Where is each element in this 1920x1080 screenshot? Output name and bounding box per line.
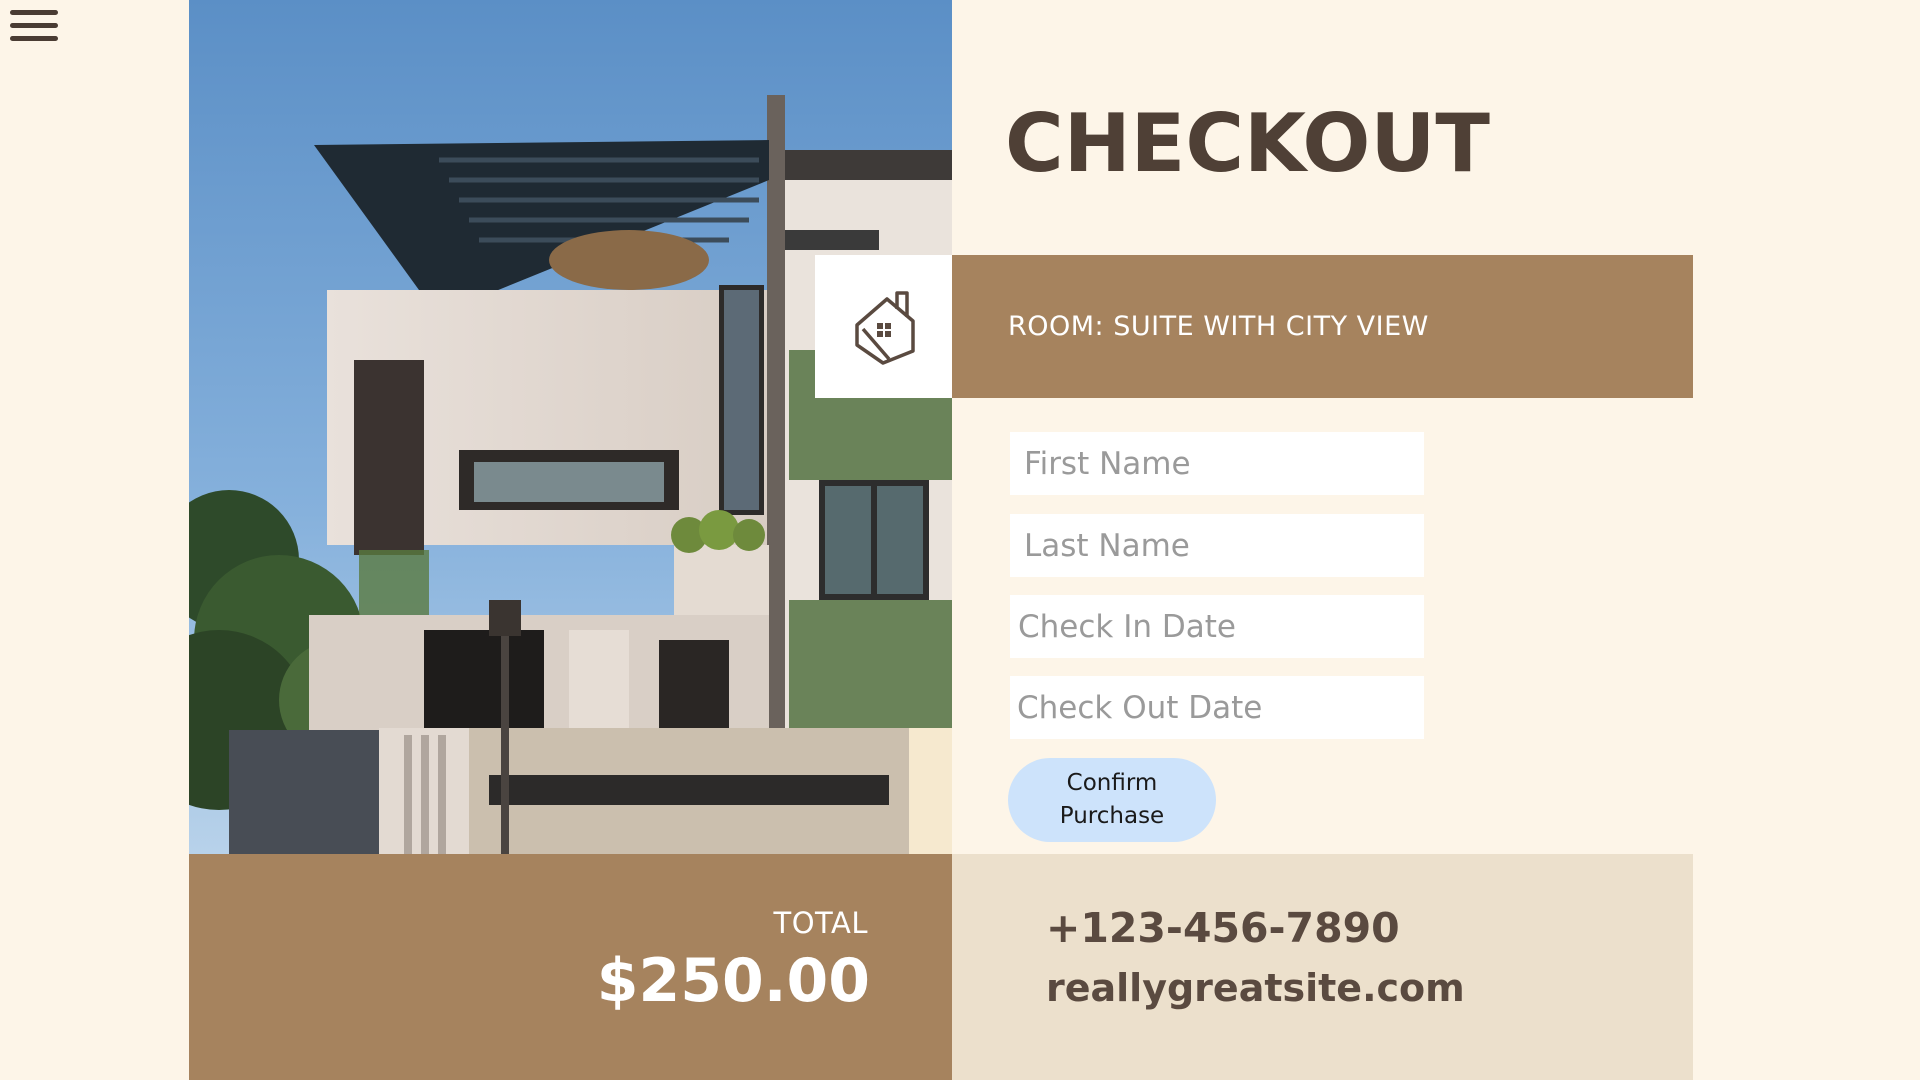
total-band: TOTAL $250.00	[189, 854, 952, 1080]
confirm-purchase-button[interactable]: Confirm Purchase	[1008, 758, 1216, 842]
total-label: TOTAL	[773, 906, 868, 940]
room-band: ROOM: SUITE WITH CITY VIEW	[952, 255, 1693, 398]
total-value: $250.00	[596, 946, 870, 1016]
last-name-field[interactable]	[1010, 514, 1424, 577]
hotel-building-image	[189, 0, 952, 854]
first-name-field[interactable]	[1010, 432, 1424, 495]
logo-box	[815, 255, 952, 398]
menu-bar	[10, 10, 58, 15]
contact-website: reallygreatsite.com	[1046, 966, 1465, 1010]
house-logo-icon	[855, 291, 915, 365]
contact-band: +123-456-7890 reallygreatsite.com	[952, 854, 1693, 1080]
page-title: CHECKOUT	[1005, 97, 1490, 190]
check-in-date-field[interactable]	[1010, 595, 1424, 658]
menu-bar	[10, 23, 58, 28]
check-out-date-field[interactable]	[1010, 676, 1424, 739]
contact-phone: +123-456-7890	[1046, 904, 1400, 952]
checkout-page: CHECKOUT ROOM: SUITE WITH CITY VIEW Conf…	[0, 0, 1920, 1080]
hamburger-menu-icon[interactable]	[8, 6, 60, 48]
menu-bar	[10, 36, 58, 41]
room-label: ROOM: SUITE WITH CITY VIEW	[1008, 311, 1429, 342]
